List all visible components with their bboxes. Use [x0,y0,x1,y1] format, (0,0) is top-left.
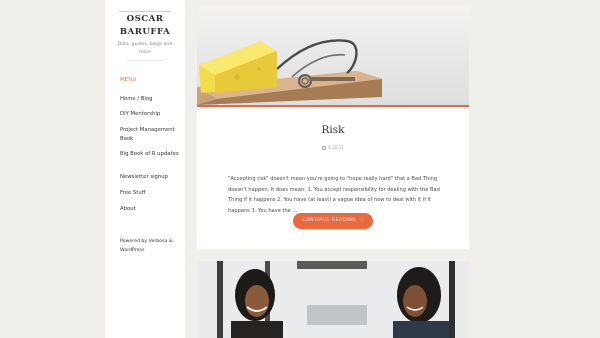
featured-image-mousetrap[interactable] [197,7,469,105]
office-meeting-photo [197,261,469,338]
menu-item-newsletter-signup[interactable]: Newsletter signup [120,173,180,182]
menu-item-big-book-of-r[interactable]: Big Book of R updates [120,150,180,159]
menu-item-diy-mentorship[interactable]: DIY Mentorship [120,110,180,119]
calendar-icon [322,145,327,150]
divider [127,60,163,61]
post-card [197,261,469,338]
mousetrap-illustration [197,39,382,105]
site-tagline: Data, guides, blogs and more [117,42,173,55]
post-title[interactable]: Risk [197,124,469,136]
post-date[interactable]: 6.10.21 [328,145,343,150]
menu-item-project-management-book[interactable]: Project Management Book [120,126,180,143]
sidebar: OSCAR BARUFFA Data, guides, blogs and mo… [105,0,185,338]
powered-by[interactable]: Powered by Verbosa & WordPress [120,238,182,255]
continue-reading-button[interactable]: CONTINUE READING → [293,213,373,229]
post-card: Risk 6.10.21 "Accepting risk" doesn't me… [197,7,469,249]
post-meta: 6.10.21 [197,145,469,150]
post-excerpt: "Accepting risk" doesn't mean you're goi… [228,176,440,215]
accent-bar [197,105,469,107]
arrow-right-icon: → [359,218,364,223]
menu-item-home-blog[interactable]: Home / Blog [120,95,180,104]
menu-item-free-stuff[interactable]: Free Stuff [120,189,180,198]
menu-item-about[interactable]: About [120,205,180,214]
site-title[interactable]: OSCAR BARUFFA [119,11,171,39]
menu-heading: MENU [120,78,137,83]
featured-image-two-women-talking[interactable] [197,261,469,338]
continue-reading-label: CONTINUE READING [302,218,357,223]
